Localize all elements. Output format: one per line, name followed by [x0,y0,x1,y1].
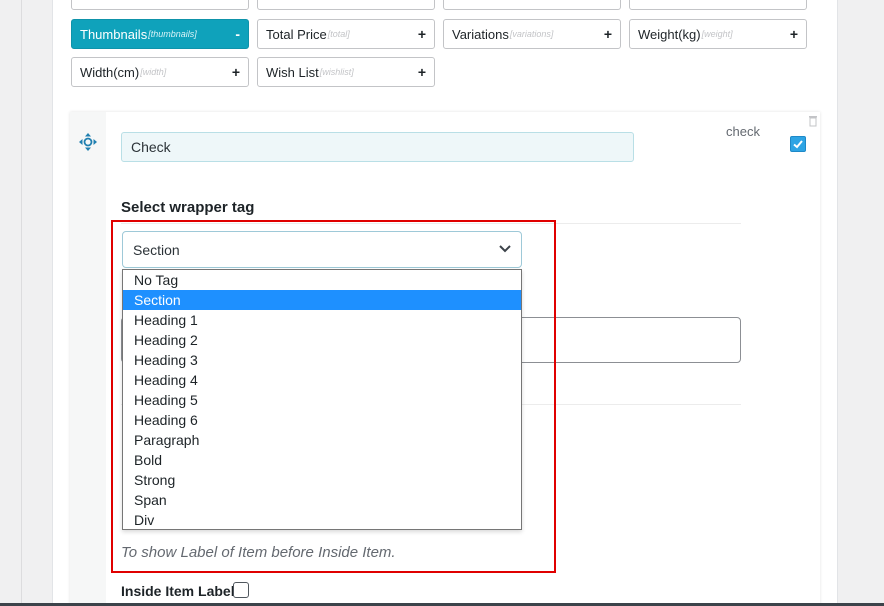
chip-key: [wishlist] [319,67,354,77]
item-enabled-checkbox[interactable] [790,136,806,152]
option-span[interactable]: Span [123,490,521,510]
field-chip-wish-list[interactable]: Wish List [wishlist] + [257,57,435,87]
option-bold[interactable]: Bold [123,450,521,470]
admin-side-strip [0,0,22,606]
chip-label: Total Price [266,26,327,42]
chip-label: Width(cm) [80,64,140,80]
option-paragraph[interactable]: Paragraph [123,430,521,450]
chip-key: [variations] [509,29,554,39]
option-heading-5[interactable]: Heading 5 [123,390,521,410]
option-heading-1[interactable]: Heading 1 [123,310,521,330]
wrapper-tag-heading: Select wrapper tag [121,199,255,216]
remove-icon[interactable]: - [235,26,240,42]
wrapper-tag-options: No Tag Section Heading 1 Heading 2 Headi… [122,269,522,530]
wrapper-help-text: To show Label of Item before Inside Item… [121,544,396,561]
trash-icon[interactable] [808,114,818,127]
chip-label: Wish List [266,64,319,80]
chevron-down-icon [499,245,511,253]
option-heading-2[interactable]: Heading 2 [123,330,521,350]
field-chip-variations[interactable]: Variations [variations] + [443,19,621,49]
chip-label: Thumbnails [80,26,148,42]
divider [121,223,741,224]
drag-gutter [70,112,106,606]
option-heading-6[interactable]: Heading 6 [123,410,521,430]
chip-key: [total] [327,29,350,39]
add-icon[interactable]: + [604,26,612,42]
wrapper-tag-select[interactable]: Section [122,231,522,268]
field-chip-partial[interactable] [71,0,249,10]
field-chip-weight[interactable]: Weight(kg) [weight] + [629,19,807,49]
inside-item-label: Inside Item Label [121,583,235,599]
field-chip-width[interactable]: Width(cm) [width] + [71,57,249,87]
chip-key: [thumbnails] [148,29,197,39]
add-icon[interactable]: + [418,26,426,42]
field-chip-total-price[interactable]: Total Price [total] + [257,19,435,49]
option-section[interactable]: Section [123,290,521,310]
field-chip-partial[interactable] [443,0,621,10]
chip-label: Weight(kg) [638,26,701,42]
select-value: Section [133,242,180,258]
field-chip-partial[interactable] [629,0,807,10]
option-no-tag[interactable]: No Tag [123,270,521,290]
chip-label: Variations [452,26,509,42]
field-chip-partial[interactable] [257,0,435,10]
item-type-label: check [726,124,760,139]
option-div[interactable]: Div [123,510,521,530]
item-title-input[interactable]: Check [121,132,634,162]
add-icon[interactable]: + [418,64,426,80]
add-icon[interactable]: + [232,64,240,80]
inside-item-label-checkbox[interactable] [233,582,249,598]
chip-key: [weight] [701,29,733,39]
add-icon[interactable]: + [790,26,798,42]
option-heading-3[interactable]: Heading 3 [123,350,521,370]
field-chip-thumbnails[interactable]: Thumbnails [thumbnails] - [71,19,249,49]
chip-key: [width] [140,67,167,77]
checkmark-icon [793,140,803,149]
move-icon[interactable] [78,132,98,152]
option-heading-4[interactable]: Heading 4 [123,370,521,390]
option-strong[interactable]: Strong [123,470,521,490]
